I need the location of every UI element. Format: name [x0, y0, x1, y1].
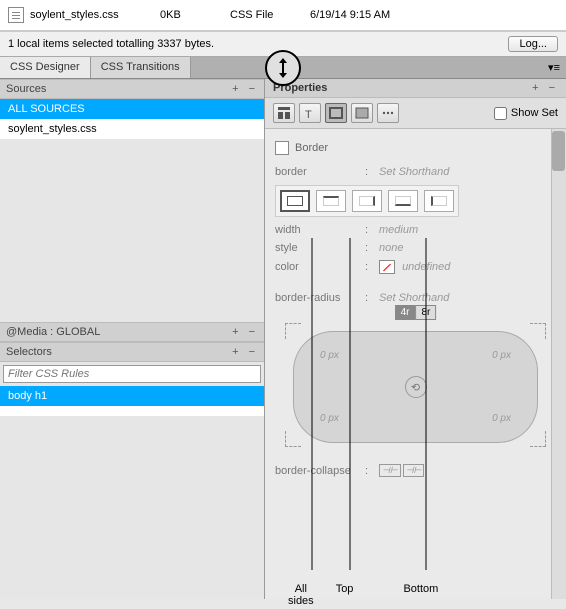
file-icon [8, 7, 24, 23]
border-left-button[interactable] [424, 190, 454, 212]
category-text-button[interactable]: T [299, 103, 321, 123]
border-bottom-button[interactable] [388, 190, 418, 212]
border-style-input[interactable]: none [379, 242, 556, 254]
border-radius-label: border-radius [275, 292, 365, 304]
border-all-button[interactable] [280, 190, 310, 212]
collapse-collapse-button[interactable]: ⊣⊢ [403, 464, 425, 477]
remove-selector-button[interactable]: − [246, 346, 258, 358]
radius-8r-button[interactable]: 8r [416, 305, 437, 320]
panel-menu-icon[interactable]: ▾≡ [542, 57, 566, 78]
border-label: border [275, 166, 365, 178]
border-top-button[interactable] [316, 190, 346, 212]
sources-list: ALL SOURCES soylent_styles.css [0, 99, 264, 139]
add-source-button[interactable]: + [229, 83, 241, 95]
border-color-input[interactable]: undefined [379, 260, 556, 274]
status-text: 1 local items selected totalling 3337 by… [8, 38, 214, 50]
category-layout-button[interactable] [273, 103, 295, 123]
border-radius-shorthand-input[interactable]: Set Shorthand [379, 292, 556, 304]
border-section-icon [275, 141, 289, 155]
filter-css-input[interactable] [3, 365, 261, 383]
radius-4r-button[interactable]: 4r [395, 305, 416, 320]
add-media-button[interactable]: + [229, 326, 241, 338]
corner-marker-icon [530, 431, 546, 447]
source-all[interactable]: ALL SOURCES [0, 99, 264, 119]
corner-marker-icon [285, 323, 301, 339]
show-set-toggle[interactable]: Show Set [494, 107, 558, 120]
corner-marker-icon [285, 431, 301, 447]
add-selector-button[interactable]: + [229, 346, 241, 358]
resize-handle[interactable] [265, 50, 301, 86]
border-collapse-label: border-collapse [275, 465, 365, 477]
file-name: soylent_styles.css [30, 9, 160, 21]
show-set-checkbox[interactable] [494, 107, 507, 120]
file-type: CSS File [230, 9, 310, 21]
selector-item[interactable]: body h1 [0, 386, 264, 406]
radius-bl-input[interactable]: 0 px [320, 413, 339, 424]
callout-top: Top [336, 583, 354, 607]
add-property-button[interactable]: + [529, 82, 541, 94]
border-style-label: style [275, 242, 365, 254]
callout-bottom: Bottom [403, 583, 438, 607]
properties-header: Properties + − [265, 79, 566, 98]
category-row: T Show Set [265, 98, 566, 129]
tab-css-designer[interactable]: CSS Designer [0, 57, 91, 78]
category-more-button[interactable] [377, 103, 399, 123]
sources-title: Sources [6, 83, 46, 95]
link-corners-button[interactable]: ⟲ [405, 376, 427, 398]
show-set-label: Show Set [511, 107, 558, 119]
border-width-input[interactable]: medium [379, 224, 556, 236]
border-shorthand-input[interactable]: Set Shorthand [379, 166, 556, 178]
collapse-separate-button[interactable]: ⊣⊢ [379, 464, 401, 477]
media-header: @Media : GLOBAL + − [0, 322, 264, 342]
border-width-label: width [275, 224, 365, 236]
tab-css-transitions[interactable]: CSS Transitions [91, 57, 191, 78]
file-date: 6/19/14 9:15 AM [310, 9, 558, 21]
border-radius-visual: 4r 8r 0 px 0 px 0 px 0 px ⟲ [275, 317, 556, 447]
radius-tr-input[interactable]: 0 px [492, 350, 511, 361]
svg-text:T: T [305, 109, 312, 120]
radius-tl-input[interactable]: 0 px [320, 350, 339, 361]
category-border-button[interactable] [325, 103, 347, 123]
corner-marker-icon [530, 323, 546, 339]
callout-all-sides: Allsides [288, 583, 314, 607]
border-right-button[interactable] [352, 190, 382, 212]
category-background-button[interactable] [351, 103, 373, 123]
border-side-picker [275, 185, 459, 217]
scrollbar[interactable] [551, 129, 566, 599]
sources-header: Sources + − [0, 79, 264, 99]
color-swatch-icon[interactable] [379, 260, 395, 274]
selectors-title: Selectors [6, 346, 52, 358]
file-row[interactable]: soylent_styles.css 0KB CSS File 6/19/14 … [0, 4, 566, 26]
remove-media-button[interactable]: − [246, 326, 258, 338]
file-list: soylent_styles.css 0KB CSS File 6/19/14 … [0, 0, 566, 31]
remove-property-button[interactable]: − [546, 82, 558, 94]
source-stylesheet[interactable]: soylent_styles.css [0, 119, 264, 139]
media-title: @Media : GLOBAL [6, 326, 100, 338]
border-section-title: Border [295, 142, 328, 154]
scrollbar-thumb[interactable] [552, 131, 565, 171]
border-color-label: color [275, 261, 365, 273]
log-button[interactable]: Log... [508, 36, 558, 52]
file-size: 0KB [160, 9, 230, 21]
remove-source-button[interactable]: − [246, 83, 258, 95]
radius-br-input[interactable]: 0 px [492, 413, 511, 424]
selectors-header: Selectors + − [0, 342, 264, 362]
